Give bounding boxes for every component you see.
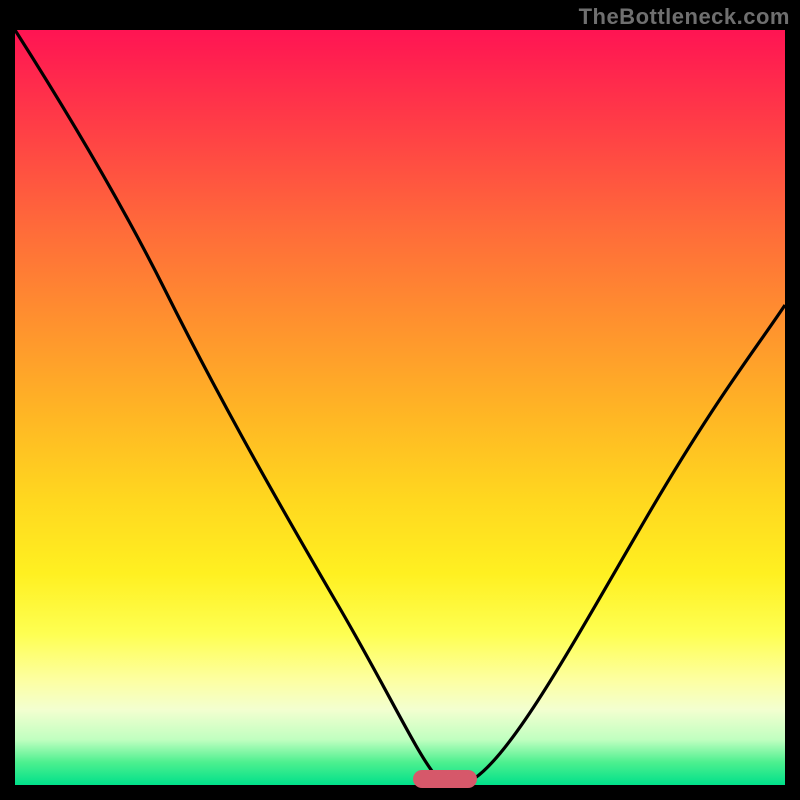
chart-frame: TheBottleneck.com (0, 0, 800, 800)
optimum-marker (413, 770, 477, 788)
curve-svg (15, 30, 785, 785)
plot-area (15, 30, 785, 785)
watermark-text: TheBottleneck.com (579, 4, 790, 30)
bottleneck-curve (15, 30, 785, 781)
